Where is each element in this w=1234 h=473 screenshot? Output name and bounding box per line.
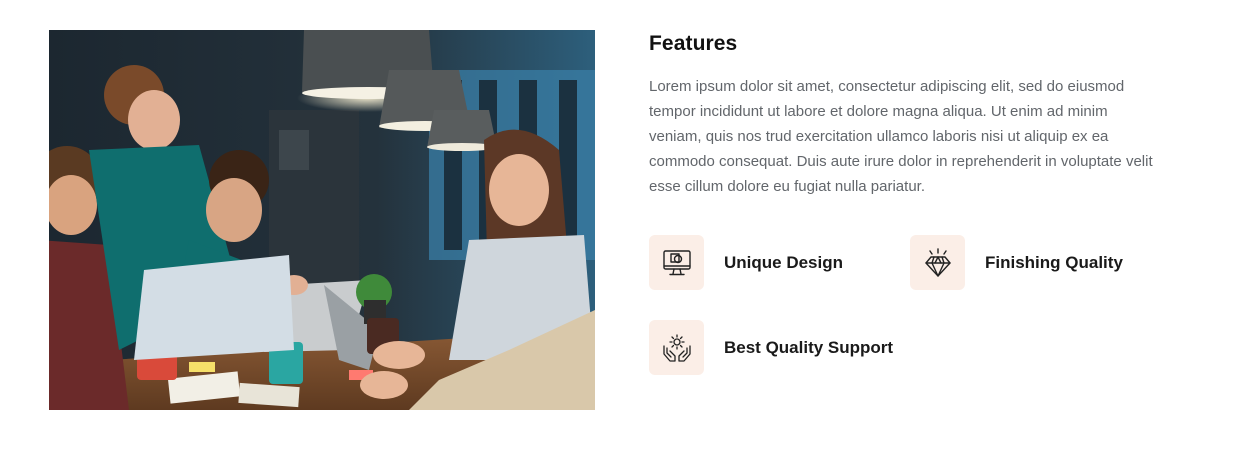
feature-list: Unique Design Finishing Quality Best Qua… — [649, 235, 1189, 380]
team-meeting-photo — [49, 30, 595, 410]
feature-label: Unique Design — [724, 252, 844, 272]
section-description: Lorem ipsum dolor sit amet, consectetur … — [649, 78, 1153, 195]
features-section: Features Lorem ipsum dolor sit amet, con… — [0, 0, 1234, 473]
feature-item-finishing-quality[interactable]: Finishing Quality — [910, 235, 1123, 290]
hands-gear-icon — [649, 320, 704, 375]
feature-item-unique-design[interactable]: Unique Design — [649, 235, 843, 290]
feature-label: Best Quality Support — [724, 337, 894, 357]
diamond-icon — [910, 235, 965, 290]
features-text-block: Features Lorem ipsum dolor sit amet, con… — [649, 30, 1189, 199]
feature-item-best-quality-support[interactable]: Best Quality Support — [649, 320, 893, 375]
feature-label: Finishing Quality — [985, 252, 1123, 272]
section-title: Features — [649, 32, 738, 55]
monitor-design-icon — [649, 235, 704, 290]
